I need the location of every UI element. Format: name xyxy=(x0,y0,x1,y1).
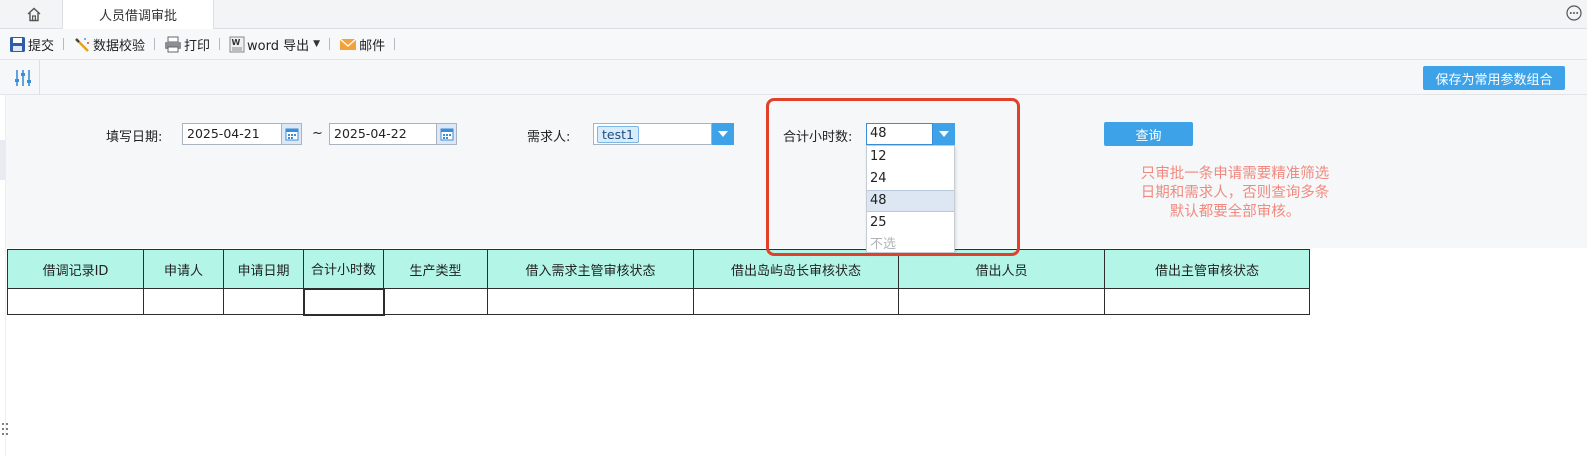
table-cell-focused[interactable] xyxy=(302,287,385,316)
home-button[interactable] xyxy=(12,2,56,26)
highlight-box xyxy=(766,98,1020,256)
table-cell[interactable] xyxy=(693,288,899,315)
submit-button[interactable]: 提交 xyxy=(6,33,57,55)
date-from-calendar-button[interactable] xyxy=(282,123,302,145)
column-header[interactable]: 借入需求主管审核状态 xyxy=(487,249,694,289)
column-header[interactable]: 借出主管审核状态 xyxy=(1104,249,1310,289)
date-to-calendar-button[interactable] xyxy=(437,123,457,145)
toolbar-divider xyxy=(394,38,396,50)
note-line: 只审批一条申请需要精准筛选 xyxy=(1140,166,1330,182)
tab-personnel-secondment-approval[interactable]: 人员借调审批 xyxy=(62,0,214,29)
annotation-note: 只审批一条申请需要精准筛选 日期和需求人，否则查询多条 默认都要全部审核。 xyxy=(1115,165,1355,222)
save-icon xyxy=(10,36,25,52)
magic-wand-icon xyxy=(75,37,90,52)
toolbar-divider xyxy=(329,38,331,50)
toolbar: 提交 数据校验 打印 W word 导出 ▼ 邮件 xyxy=(0,29,1587,60)
table-cell[interactable] xyxy=(487,288,694,315)
requester-select[interactable]: test1 xyxy=(593,123,712,145)
column-header[interactable]: 生产类型 xyxy=(383,249,488,289)
sliders-icon xyxy=(14,69,31,86)
word-export-label: word 导出 xyxy=(247,38,310,54)
more-button[interactable] xyxy=(1565,4,1583,22)
table-cell[interactable] xyxy=(898,288,1105,315)
home-icon xyxy=(27,7,41,21)
date-from-input[interactable]: 2025-04-21 xyxy=(182,123,282,145)
toolbar-divider xyxy=(63,38,65,50)
validate-button[interactable]: 数据校验 xyxy=(70,33,148,55)
column-header[interactable]: 合计小时数 xyxy=(303,249,384,289)
tab-bar: 人员借调审批 xyxy=(0,0,1587,29)
table-row xyxy=(7,287,1310,316)
mail-button[interactable]: 邮件 xyxy=(336,33,388,55)
chevron-down-icon: ▼ xyxy=(313,39,321,49)
more-icon xyxy=(1566,5,1582,21)
print-label: 打印 xyxy=(184,38,211,54)
printer-icon xyxy=(165,36,182,52)
column-header[interactable]: 借调记录ID xyxy=(7,249,144,289)
requester-dropdown-button[interactable] xyxy=(712,123,734,145)
toolbar-divider xyxy=(154,38,156,50)
save-parameter-combo-button[interactable]: 保存为常用参数组合 xyxy=(1423,66,1565,90)
svg-text:W: W xyxy=(232,38,241,47)
column-header[interactable]: 申请日期 xyxy=(223,249,304,289)
table-cell[interactable] xyxy=(1104,288,1310,315)
parameter-toggle-button[interactable] xyxy=(6,60,40,95)
date-to-input[interactable]: 2025-04-22 xyxy=(329,123,437,145)
mail-label: 邮件 xyxy=(359,38,386,54)
date-label: 填写日期: xyxy=(106,130,163,145)
table-cell[interactable] xyxy=(143,288,224,315)
chevron-down-icon xyxy=(718,131,728,137)
requester-label: 需求人: xyxy=(527,130,571,145)
calendar-icon xyxy=(440,128,453,141)
word-export-button[interactable]: W word 导出 ▼ xyxy=(226,33,323,55)
query-button[interactable]: 查询 xyxy=(1104,122,1193,146)
note-line: 默认都要全部审核。 xyxy=(1169,204,1301,220)
print-button[interactable]: 打印 xyxy=(161,33,213,55)
table-header-row: 借调记录ID 申请人 申请日期 合计小时数 生产类型 借入需求主管审核状态 借出… xyxy=(7,249,1310,289)
envelope-icon xyxy=(339,38,357,50)
table-cell[interactable] xyxy=(383,288,488,315)
drag-handle-icon[interactable] xyxy=(1,421,11,437)
column-header[interactable]: 申请人 xyxy=(143,249,224,289)
table-cell[interactable] xyxy=(223,288,304,315)
toolbar-divider xyxy=(219,38,221,50)
table-cell[interactable] xyxy=(7,288,144,315)
results-table: 借调记录ID 申请人 申请日期 合计小时数 生产类型 借入需求主管审核状态 借出… xyxy=(7,249,1310,316)
date-range-separator: ~ xyxy=(312,126,323,141)
validate-label: 数据校验 xyxy=(93,38,146,54)
word-doc-icon: W xyxy=(229,36,245,52)
note-line: 日期和需求人，否则查询多条 xyxy=(1140,185,1330,201)
parameter-bar: 保存为常用参数组合 xyxy=(0,60,1587,95)
calendar-icon xyxy=(285,128,298,141)
requester-tag[interactable]: test1 xyxy=(597,126,639,143)
submit-label: 提交 xyxy=(28,38,55,54)
